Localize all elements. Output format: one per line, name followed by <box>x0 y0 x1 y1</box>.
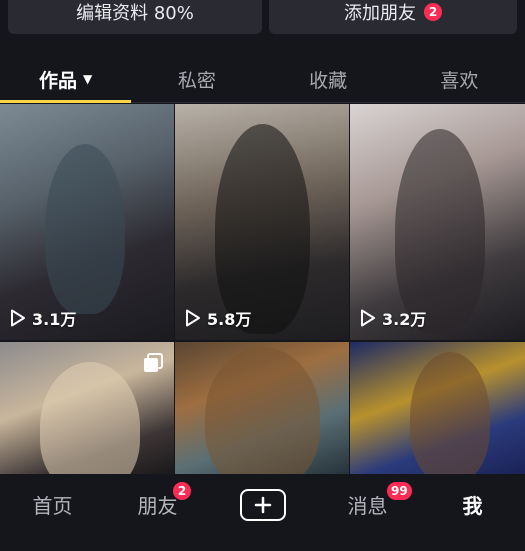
play-count-value: 5.8万 <box>207 310 252 329</box>
bottom-nav: 首页 朋友 2 消息 99 我 <box>0 474 525 551</box>
play-icon <box>361 309 375 327</box>
video-thumbnail[interactable] <box>175 342 349 474</box>
nav-friends[interactable]: 朋友 2 <box>105 474 210 551</box>
video-grid: 3.1万 5.8万 3.2万 <box>0 104 525 474</box>
thumbnail-image <box>395 129 485 334</box>
tab-favorites[interactable]: 收藏 <box>263 56 394 102</box>
tab-likes[interactable]: 喜欢 <box>394 56 525 102</box>
nav-home-label: 首页 <box>32 494 73 518</box>
nav-me[interactable]: 我 <box>420 474 525 551</box>
tab-private[interactable]: 私密 <box>131 56 262 102</box>
thumbnail-image <box>45 144 125 314</box>
video-thumbnail[interactable] <box>0 342 174 474</box>
caret-down-icon: ▼ <box>83 72 93 86</box>
nav-messages-label: 消息 <box>347 494 388 518</box>
nav-home[interactable]: 首页 <box>0 474 105 551</box>
nav-me-label: 我 <box>462 494 483 518</box>
thumbnail-image <box>205 347 320 474</box>
add-friend-badge: 2 <box>424 3 442 21</box>
tab-favorites-label: 收藏 <box>309 69 348 92</box>
tab-works-label: 作品 <box>39 69 78 92</box>
thumbnail-image <box>40 362 140 474</box>
friends-badge: 2 <box>173 482 191 500</box>
play-count: 3.1万 <box>10 306 76 330</box>
nav-messages[interactable]: 消息 99 <box>315 474 420 551</box>
nav-create[interactable] <box>210 474 315 551</box>
multi-photo-icon <box>144 353 163 372</box>
play-count-value: 3.2万 <box>382 310 427 329</box>
play-count: 3.2万 <box>360 306 426 330</box>
video-thumbnail[interactable]: 5.8万 <box>175 104 349 340</box>
video-thumbnail[interactable]: 3.2万 <box>350 104 525 340</box>
content-tabs: 作品 ▼ 私密 收藏 喜欢 <box>0 56 525 103</box>
play-count-value: 3.1万 <box>32 310 77 329</box>
thumbnail-image <box>410 352 490 474</box>
profile-actions: 编辑资料 80% 添加朋友 2 <box>0 0 525 45</box>
tab-works[interactable]: 作品 ▼ <box>0 56 132 103</box>
add-friend-label: 添加朋友 <box>344 3 416 24</box>
play-icon <box>186 309 200 327</box>
plus-icon <box>254 496 271 513</box>
edit-profile-label: 编辑资料 80% <box>76 3 194 24</box>
play-count: 5.8万 <box>185 306 251 330</box>
messages-badge: 99 <box>387 482 412 500</box>
create-button[interactable] <box>239 488 286 521</box>
video-thumbnail[interactable]: 3.1万 <box>0 104 174 340</box>
video-thumbnail[interactable] <box>350 342 525 474</box>
tab-likes-label: 喜欢 <box>440 69 479 92</box>
tab-private-label: 私密 <box>177 69 216 92</box>
thumbnail-image <box>215 124 310 334</box>
add-friend-button[interactable]: 添加朋友 2 <box>269 0 517 34</box>
play-icon <box>11 309 25 327</box>
nav-friends-label: 朋友 <box>137 494 178 518</box>
edit-profile-button[interactable]: 编辑资料 80% <box>8 0 262 34</box>
